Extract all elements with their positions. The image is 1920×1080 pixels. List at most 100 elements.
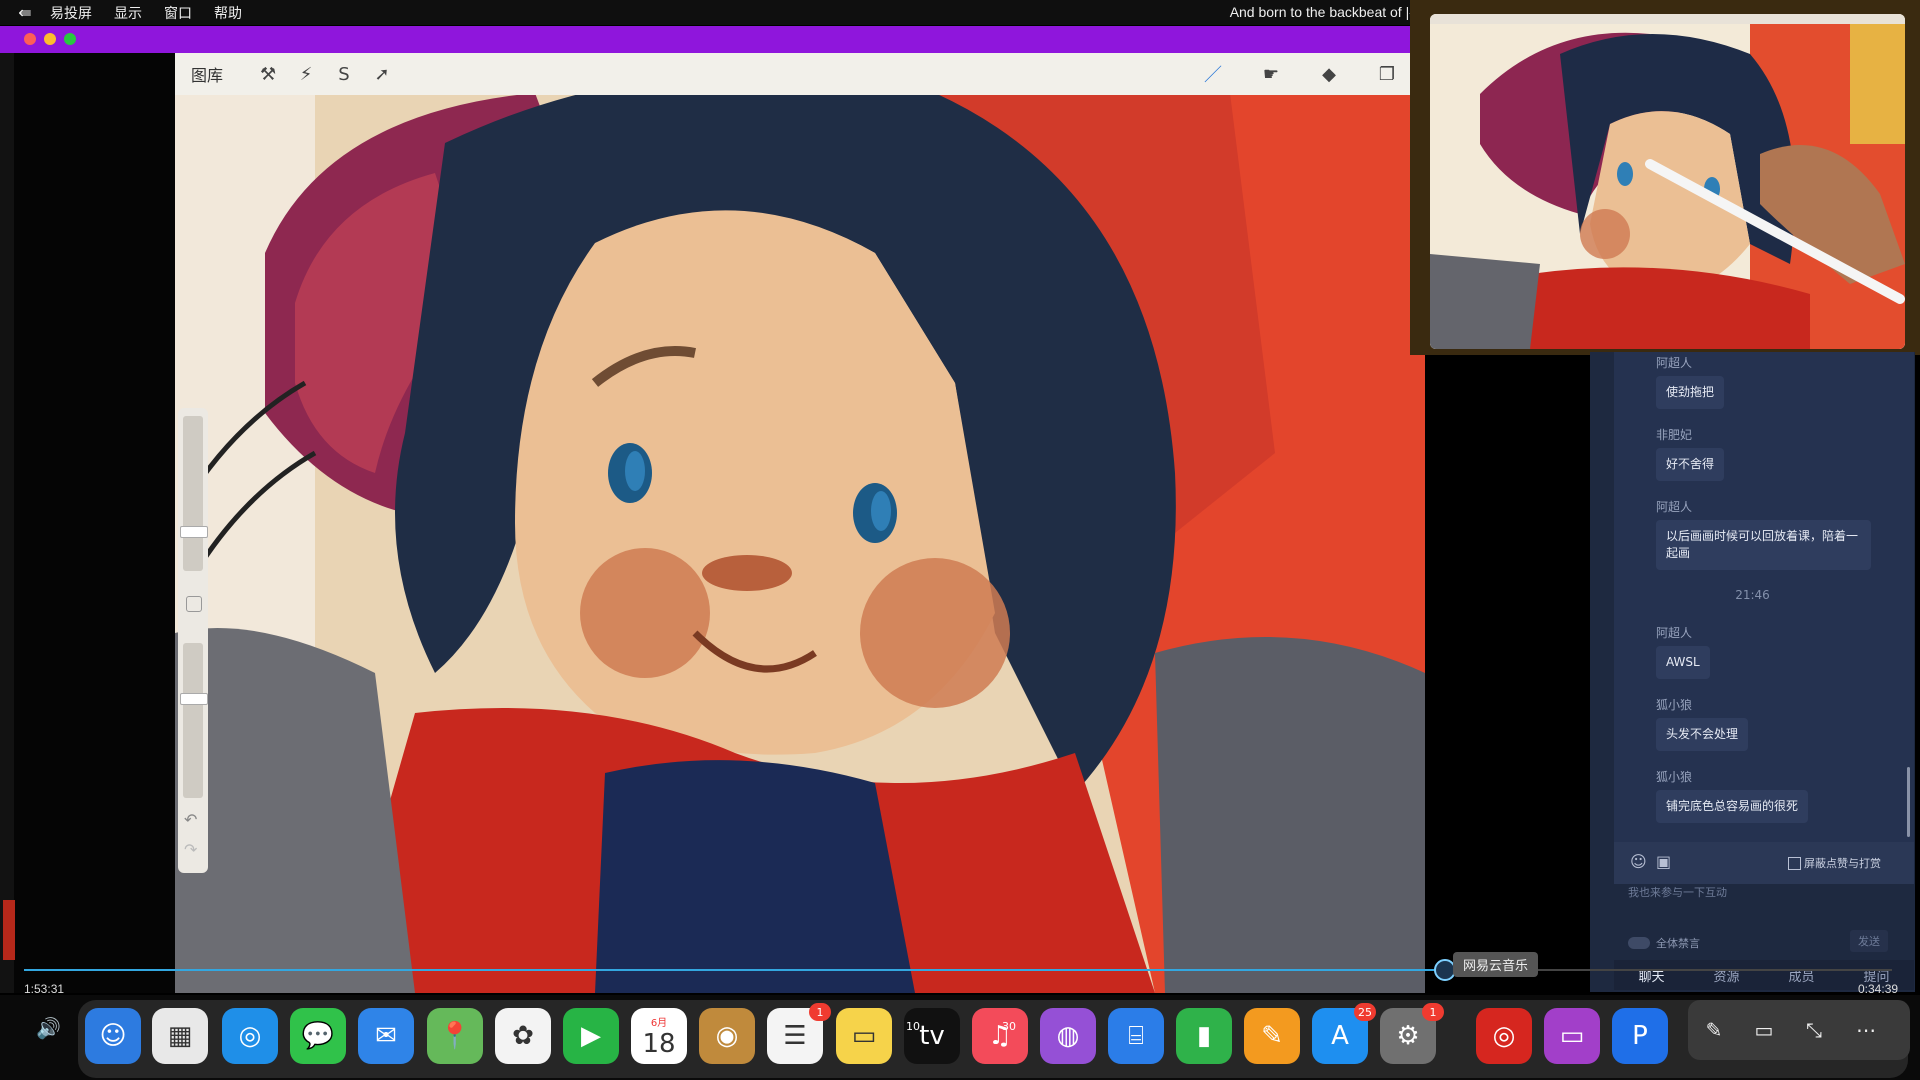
menu-help[interactable]: 帮助: [214, 3, 242, 23]
pencil-icon[interactable]: ✎: [1696, 1012, 1732, 1048]
block-likes-label: 屏蔽点赞与打赏: [1804, 857, 1881, 870]
magic-wand-icon[interactable]: ⚡: [287, 64, 325, 85]
remaining-time: 0:34:39: [1858, 982, 1899, 996]
apple-tv-icon: tv: [919, 1021, 945, 1051]
player-controls: ✎ ▭ ⤡ ⋯: [1688, 1000, 1910, 1060]
dock-app-apple-tv[interactable]: tv: [904, 1008, 960, 1064]
pip-icon[interactable]: ▭: [1746, 1012, 1782, 1048]
chat-message: 好不舍得: [1656, 448, 1725, 481]
redo-icon[interactable]: ↷: [184, 840, 197, 859]
chat-timestamp: 21:46: [1735, 588, 1770, 602]
skip-forward-label: 30: [1002, 1020, 1016, 1033]
chat-input[interactable]: 我也来参与一下互动: [1628, 884, 1727, 900]
dock-app-finder[interactable]: ☺: [85, 1008, 141, 1064]
launchpad-icon: ▦: [167, 1021, 193, 1051]
minimize-window-button[interactable]: [44, 33, 56, 45]
collapse-icon[interactable]: ⤡: [1796, 1012, 1832, 1048]
dock-app-pages[interactable]: ✎: [1244, 1008, 1300, 1064]
progress-bar-played[interactable]: [24, 969, 1444, 971]
dock-app-numbers[interactable]: ▮: [1176, 1008, 1232, 1064]
dock-app-safari[interactable]: ◎: [222, 1008, 278, 1064]
netease-music-icon: ◎: [1492, 1021, 1516, 1051]
now-playing-text: And born to the backbeat of |◀: [1229, 4, 1420, 20]
finder-icon: ☺: [99, 1021, 127, 1051]
more-icon[interactable]: ⋯: [1848, 1012, 1884, 1048]
chat-username: 狐小狼: [1656, 698, 1693, 712]
pages-icon: ✎: [1261, 1021, 1283, 1051]
p-app-icon: P: [1632, 1021, 1648, 1051]
brush-icon[interactable]: ／: [1194, 61, 1232, 87]
live-chat-panel: 阿超人 使劲拖把 非肥妃 好不舍得 阿超人 以后画画时候可以回放着课，陪着一起画…: [1590, 352, 1915, 992]
emoji-icon[interactable]: ☺: [1630, 852, 1647, 871]
chat-message-list[interactable]: 阿超人 使劲拖把 非肥妃 好不舍得 阿超人 以后画画时候可以回放着课，陪着一起画…: [1614, 352, 1914, 842]
zoom-window-button[interactable]: [64, 33, 76, 45]
dock-app-podcasts[interactable]: ◍: [1040, 1008, 1096, 1064]
dock-app-keynote[interactable]: ⌸: [1108, 1008, 1164, 1064]
dock-app-screen-mirror[interactable]: ▭: [1544, 1008, 1600, 1064]
chat-username: 阿超人: [1656, 500, 1693, 514]
dock-app-notes[interactable]: ▭: [836, 1008, 892, 1064]
dock-app-messages[interactable]: 💬: [290, 1008, 346, 1064]
image-icon[interactable]: ▣: [1656, 852, 1671, 871]
brush-size-knob[interactable]: [180, 526, 208, 538]
menu-app-name[interactable]: 易投屏: [50, 3, 92, 23]
dock-app-maps[interactable]: 📍: [427, 1008, 483, 1064]
dock-tooltip: 网易云音乐: [1453, 952, 1539, 977]
mute-all-label: 全体禁言: [1656, 937, 1700, 950]
smudge-icon[interactable]: ☛: [1252, 64, 1290, 85]
calendar-month-label: 6月: [650, 1017, 668, 1029]
elapsed-time: 1:53:31: [24, 982, 65, 996]
notification-badge: 25: [1354, 1003, 1376, 1021]
menu-display[interactable]: 显示: [114, 3, 142, 23]
brush-size-slider[interactable]: [180, 416, 208, 571]
dock-app-mail[interactable]: ✉: [358, 1008, 414, 1064]
photos-icon: ✿: [512, 1021, 534, 1051]
dock-app-netease-music[interactable]: ◎: [1476, 1008, 1532, 1064]
undo-icon[interactable]: ↶: [184, 810, 197, 829]
chat-username: 狐小狼: [1656, 770, 1693, 784]
chat-message: 使劲拖把: [1656, 376, 1725, 409]
close-window-button[interactable]: [24, 33, 36, 45]
left-edge: [0, 53, 14, 993]
notes-icon: ▭: [851, 1021, 877, 1051]
dock-app-facetime[interactable]: ▶: [563, 1008, 619, 1064]
screen-mirror-icon: ▭: [1559, 1021, 1585, 1051]
ipad-painting: [1430, 14, 1905, 349]
opacity-knob[interactable]: [180, 693, 208, 705]
podcasts-icon: ◍: [1056, 1021, 1080, 1051]
eraser-icon[interactable]: ◆: [1310, 64, 1348, 85]
transform-icon[interactable]: ➚: [363, 64, 401, 85]
facetime-icon: ▶: [581, 1021, 601, 1051]
chat-scrollbar[interactable]: [1907, 767, 1910, 837]
mute-all-toggle[interactable]: [1628, 937, 1650, 949]
dock-app-music[interactable]: ♫: [972, 1008, 1028, 1064]
dock-app-photos[interactable]: ✿: [495, 1008, 551, 1064]
volume-icon[interactable]: 🔊: [36, 1016, 61, 1040]
selection-icon[interactable]: S: [325, 64, 363, 85]
painting-canvas[interactable]: [175, 53, 1425, 993]
apple-menu-icon[interactable]: ⇚: [0, 3, 50, 22]
painting-illustration: [175, 53, 1425, 993]
send-button[interactable]: 发送: [1850, 930, 1888, 952]
left-edge-accent: [3, 900, 15, 960]
layers-icon[interactable]: ❐: [1368, 64, 1406, 85]
dock-app-p-app[interactable]: P: [1612, 1008, 1668, 1064]
dock-app-calendar[interactable]: 6月 18: [631, 1008, 687, 1064]
numbers-icon: ▮: [1196, 1021, 1212, 1051]
chat-message: 头发不会处理: [1656, 718, 1749, 751]
procreate-toolbar: 图库 ⚒ ⚡ S ➚ ／ ☛ ◆ ❐: [175, 53, 1420, 95]
gallery-button[interactable]: 图库: [191, 62, 223, 86]
menu-window[interactable]: 窗口: [164, 3, 192, 23]
dock-app-launchpad[interactable]: ▦: [152, 1008, 208, 1064]
system-preferences-icon: ⚙: [1396, 1021, 1420, 1051]
calendar-day-label: 18: [642, 1028, 676, 1059]
modify-button[interactable]: [186, 596, 202, 612]
opacity-slider[interactable]: [180, 643, 208, 798]
contacts-icon: ◉: [715, 1021, 739, 1051]
dock-app-contacts[interactable]: ◉: [699, 1008, 755, 1064]
wrench-icon[interactable]: ⚒: [249, 64, 287, 85]
camera-feed: [1410, 0, 1920, 355]
block-likes-checkbox[interactable]: [1788, 857, 1801, 870]
notification-badge: 1: [1422, 1003, 1444, 1021]
skip-back-label: 10: [906, 1020, 920, 1033]
